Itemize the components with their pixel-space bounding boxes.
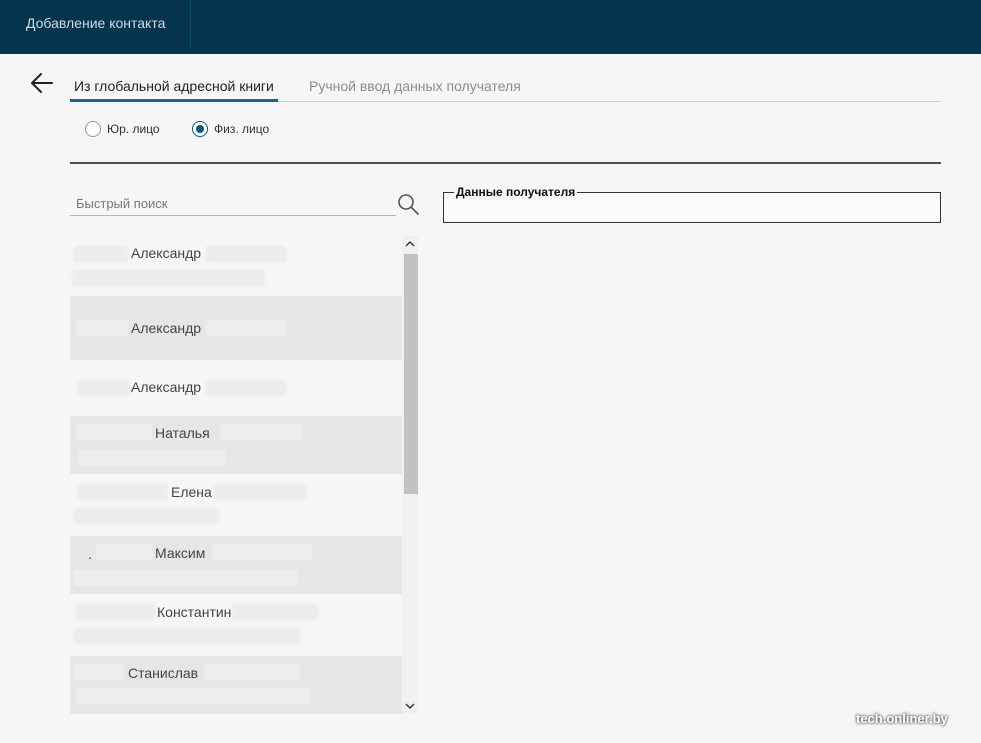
scroll-up-button[interactable]	[402, 236, 418, 252]
list-item[interactable]: Станислав	[70, 656, 402, 714]
list-item[interactable]: Александр	[70, 360, 402, 416]
redacted-text	[96, 544, 152, 560]
redacted-text	[76, 424, 152, 440]
radio-checked-icon	[192, 121, 208, 137]
search-input[interactable]	[70, 192, 396, 214]
redacted-text	[204, 664, 300, 680]
list-item[interactable]: . Максим	[70, 536, 402, 594]
contact-name: Станислав	[128, 665, 199, 681]
radio-label: Физ. лицо	[214, 122, 270, 136]
redacted-text	[232, 604, 318, 620]
radio-label: Юр. лицо	[107, 122, 160, 136]
redacted-text	[74, 628, 300, 644]
redacted-text	[74, 246, 128, 262]
tab-global-address-book[interactable]: Из глобальной адресной книги	[70, 78, 278, 102]
page-title: Добавление контакта	[0, 0, 191, 47]
list-item[interactable]: Наталья	[70, 416, 402, 474]
contact-name: Александр	[131, 379, 202, 395]
redacted-text	[72, 270, 265, 286]
redacted-text	[214, 484, 306, 500]
back-button[interactable]	[28, 70, 56, 96]
redacted-text	[78, 484, 168, 500]
radio-legal-entity[interactable]: Юр. лицо	[85, 120, 175, 138]
list-item[interactable]: Константин	[70, 594, 402, 656]
redacted-text	[78, 380, 130, 396]
scrollbar-thumb[interactable]	[404, 254, 418, 494]
redacted-text	[78, 450, 226, 466]
section-divider	[70, 162, 941, 164]
redacted-text	[220, 424, 302, 440]
search-button[interactable]	[396, 192, 420, 216]
recipient-data-legend: Данные получателя	[454, 185, 578, 199]
app-header: Добавление контакта	[0, 0, 981, 54]
contact-name: Наталья	[155, 425, 210, 441]
redacted-text	[206, 246, 286, 262]
redacted-text	[74, 664, 124, 680]
quick-search	[70, 192, 396, 216]
redacted-text	[206, 320, 286, 336]
chevron-down-icon	[405, 703, 415, 709]
contact-name: Елена	[171, 484, 212, 500]
radio-individual[interactable]: Физ. лицо	[192, 120, 292, 138]
redacted-text	[76, 688, 310, 704]
redacted-text	[74, 570, 298, 586]
redacted-text	[76, 604, 156, 620]
contact-name: Александр	[131, 320, 202, 336]
contact-prefix: .	[88, 546, 92, 562]
contact-list-scrollbar[interactable]	[402, 236, 418, 714]
redacted-text	[206, 380, 286, 396]
contact-name: Александр	[131, 245, 202, 261]
arrow-left-icon	[31, 73, 53, 93]
list-item[interactable]: Александр	[70, 236, 402, 296]
contact-name: Максим	[155, 545, 206, 561]
redacted-text	[76, 320, 128, 336]
contact-list: Александр Александр Александр Наталья Ел…	[70, 236, 402, 714]
redacted-text	[212, 544, 312, 560]
search-icon	[398, 194, 419, 215]
list-item[interactable]: Елена	[70, 474, 402, 536]
source-tabs: Из глобальной адресной книги Ручной ввод…	[70, 70, 941, 102]
watermark: tech.onliner.by	[856, 711, 948, 726]
recipient-data-panel: Данные получателя	[443, 185, 941, 223]
contact-name: Константин	[157, 604, 232, 620]
list-item[interactable]: Александр	[70, 296, 402, 360]
tab-manual-entry[interactable]: Ручной ввод данных получателя	[309, 78, 521, 102]
scroll-down-button[interactable]	[402, 698, 418, 714]
radio-unchecked-icon	[85, 121, 101, 137]
redacted-text	[74, 508, 219, 524]
chevron-up-icon	[405, 241, 415, 247]
